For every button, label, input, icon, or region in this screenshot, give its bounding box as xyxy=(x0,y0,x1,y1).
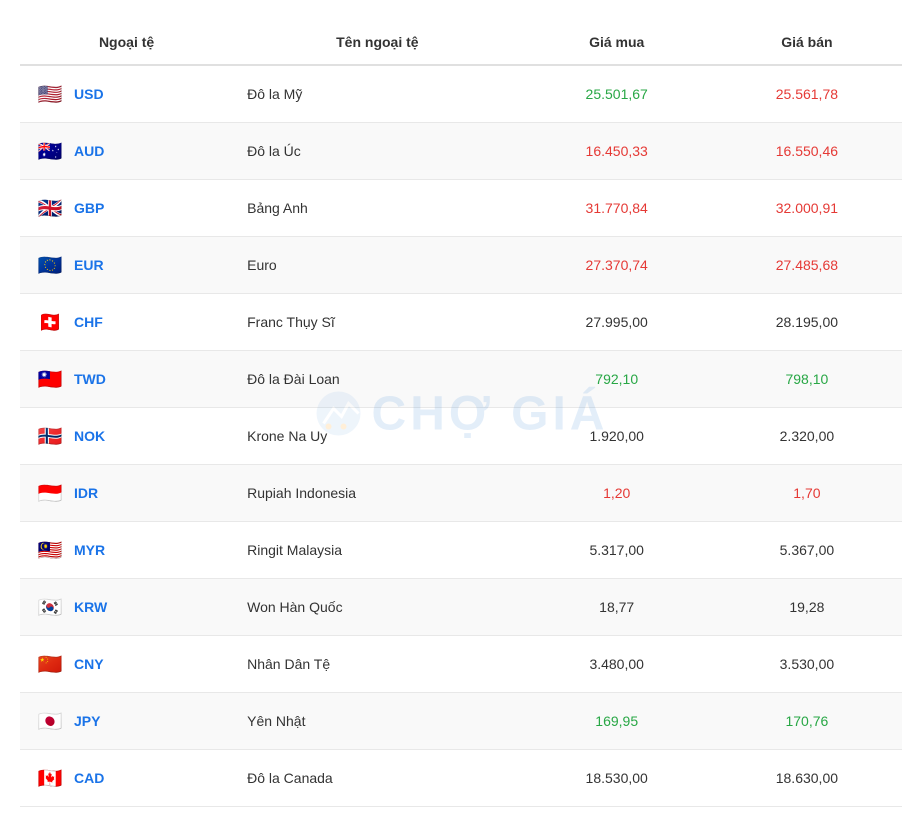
flag-icon-gbp: 🇬🇧 xyxy=(34,192,66,224)
currency-name-eur: Euro xyxy=(233,237,522,294)
currency-code-eur[interactable]: EUR xyxy=(74,257,104,273)
sell-price-gbp: 32.000,91 xyxy=(712,180,902,237)
currency-name-aud: Đô la Úc xyxy=(233,123,522,180)
buy-price-myr: 5.317,00 xyxy=(522,522,712,579)
sell-price-twd: 798,10 xyxy=(712,351,902,408)
sell-price-myr: 5.367,00 xyxy=(712,522,902,579)
flag-icon-nok: 🇳🇴 xyxy=(34,420,66,452)
currency-cell-cad: 🇨🇦 CAD xyxy=(20,750,233,807)
buy-price-idr: 1,20 xyxy=(522,465,712,522)
flag-icon-chf: 🇨🇭 xyxy=(34,306,66,338)
currency-cell-eur: 🇪🇺 EUR xyxy=(20,237,233,294)
flag-icon-aud: 🇦🇺 xyxy=(34,135,66,167)
flag-icon-eur: 🇪🇺 xyxy=(34,249,66,281)
buy-price-gbp: 31.770,84 xyxy=(522,180,712,237)
currency-code-chf[interactable]: CHF xyxy=(74,314,103,330)
flag-icon-cny: 🇨🇳 xyxy=(34,648,66,680)
sell-price-krw: 19,28 xyxy=(712,579,902,636)
currency-code-myr[interactable]: MYR xyxy=(74,542,105,558)
buy-price-krw: 18,77 xyxy=(522,579,712,636)
buy-price-twd: 792,10 xyxy=(522,351,712,408)
table-row: 🇺🇸 USD Đô la Mỹ25.501,6725.561,78 xyxy=(20,65,902,123)
currency-cell-krw: 🇰🇷 KRW xyxy=(20,579,233,636)
table-row: 🇨🇦 CAD Đô la Canada18.530,0018.630,00 xyxy=(20,750,902,807)
flag-icon-myr: 🇲🇾 xyxy=(34,534,66,566)
sell-price-aud: 16.550,46 xyxy=(712,123,902,180)
currency-name-nok: Krone Na Uy xyxy=(233,408,522,465)
currency-cell-idr: 🇮🇩 IDR xyxy=(20,465,233,522)
currency-code-usd[interactable]: USD xyxy=(74,86,104,102)
currency-code-gbp[interactable]: GBP xyxy=(74,200,104,216)
currency-cell-usd: 🇺🇸 USD xyxy=(20,65,233,123)
table-row: 🇨🇳 CNY Nhân Dân Tệ3.480,003.530,00 xyxy=(20,636,902,693)
currency-name-jpy: Yên Nhật xyxy=(233,693,522,750)
buy-price-chf: 27.995,00 xyxy=(522,294,712,351)
table-row: 🇹🇼 TWD Đô la Đài Loan792,10798,10 xyxy=(20,351,902,408)
currency-code-twd[interactable]: TWD xyxy=(74,371,106,387)
currency-name-cny: Nhân Dân Tệ xyxy=(233,636,522,693)
table-row: 🇲🇾 MYR Ringit Malaysia5.317,005.367,00 xyxy=(20,522,902,579)
currency-name-krw: Won Hàn Quốc xyxy=(233,579,522,636)
sell-price-cny: 3.530,00 xyxy=(712,636,902,693)
currency-table: Ngoại tệ Tên ngoại tệ Giá mua Giá bán 🇺🇸… xyxy=(20,20,902,807)
buy-price-cad: 18.530,00 xyxy=(522,750,712,807)
sell-price-usd: 25.561,78 xyxy=(712,65,902,123)
sell-price-idr: 1,70 xyxy=(712,465,902,522)
table-row: 🇪🇺 EUR Euro27.370,7427.485,68 xyxy=(20,237,902,294)
sell-price-eur: 27.485,68 xyxy=(712,237,902,294)
currency-name-usd: Đô la Mỹ xyxy=(233,65,522,123)
flag-icon-krw: 🇰🇷 xyxy=(34,591,66,623)
table-row: 🇯🇵 JPY Yên Nhật169,95170,76 xyxy=(20,693,902,750)
currency-name-cad: Đô la Canada xyxy=(233,750,522,807)
table-row: 🇮🇩 IDR Rupiah Indonesia1,201,70 xyxy=(20,465,902,522)
flag-icon-cad: 🇨🇦 xyxy=(34,762,66,794)
currency-cell-nok: 🇳🇴 NOK xyxy=(20,408,233,465)
currency-code-jpy[interactable]: JPY xyxy=(74,713,100,729)
currency-cell-aud: 🇦🇺 AUD xyxy=(20,123,233,180)
buy-price-nok: 1.920,00 xyxy=(522,408,712,465)
table-row: 🇨🇭 CHF Franc Thụy Sĩ27.995,0028.195,00 xyxy=(20,294,902,351)
sell-price-jpy: 170,76 xyxy=(712,693,902,750)
sell-price-nok: 2.320,00 xyxy=(712,408,902,465)
currency-name-chf: Franc Thụy Sĩ xyxy=(233,294,522,351)
buy-price-jpy: 169,95 xyxy=(522,693,712,750)
flag-icon-usd: 🇺🇸 xyxy=(34,78,66,110)
currency-code-cad[interactable]: CAD xyxy=(74,770,104,786)
table-row: 🇳🇴 NOK Krone Na Uy1.920,002.320,00 xyxy=(20,408,902,465)
header-currency: Ngoại tệ xyxy=(20,20,233,65)
currency-code-aud[interactable]: AUD xyxy=(74,143,104,159)
currency-cell-cny: 🇨🇳 CNY xyxy=(20,636,233,693)
currency-name-myr: Ringit Malaysia xyxy=(233,522,522,579)
header-currency-name: Tên ngoại tệ xyxy=(233,20,522,65)
table-row: 🇰🇷 KRW Won Hàn Quốc18,7719,28 xyxy=(20,579,902,636)
currency-name-twd: Đô la Đài Loan xyxy=(233,351,522,408)
buy-price-usd: 25.501,67 xyxy=(522,65,712,123)
flag-icon-twd: 🇹🇼 xyxy=(34,363,66,395)
header-buy-price: Giá mua xyxy=(522,20,712,65)
table-header-row: Ngoại tệ Tên ngoại tệ Giá mua Giá bán xyxy=(20,20,902,65)
flag-icon-idr: 🇮🇩 xyxy=(34,477,66,509)
currency-code-krw[interactable]: KRW xyxy=(74,599,107,615)
exchange-rate-table-wrapper: CHỢ GIÁ Ngoại tệ Tên ngoại tệ Giá mua Gi… xyxy=(20,20,902,807)
currency-cell-twd: 🇹🇼 TWD xyxy=(20,351,233,408)
sell-price-cad: 18.630,00 xyxy=(712,750,902,807)
currency-name-gbp: Bảng Anh xyxy=(233,180,522,237)
currency-code-cny[interactable]: CNY xyxy=(74,656,104,672)
currency-name-idr: Rupiah Indonesia xyxy=(233,465,522,522)
buy-price-aud: 16.450,33 xyxy=(522,123,712,180)
currency-cell-chf: 🇨🇭 CHF xyxy=(20,294,233,351)
currency-code-nok[interactable]: NOK xyxy=(74,428,105,444)
currency-cell-jpy: 🇯🇵 JPY xyxy=(20,693,233,750)
table-row: 🇦🇺 AUD Đô la Úc16.450,3316.550,46 xyxy=(20,123,902,180)
currency-cell-gbp: 🇬🇧 GBP xyxy=(20,180,233,237)
buy-price-eur: 27.370,74 xyxy=(522,237,712,294)
header-sell-price: Giá bán xyxy=(712,20,902,65)
sell-price-chf: 28.195,00 xyxy=(712,294,902,351)
currency-code-idr[interactable]: IDR xyxy=(74,485,98,501)
table-row: 🇬🇧 GBP Bảng Anh31.770,8432.000,91 xyxy=(20,180,902,237)
flag-icon-jpy: 🇯🇵 xyxy=(34,705,66,737)
buy-price-cny: 3.480,00 xyxy=(522,636,712,693)
currency-cell-myr: 🇲🇾 MYR xyxy=(20,522,233,579)
